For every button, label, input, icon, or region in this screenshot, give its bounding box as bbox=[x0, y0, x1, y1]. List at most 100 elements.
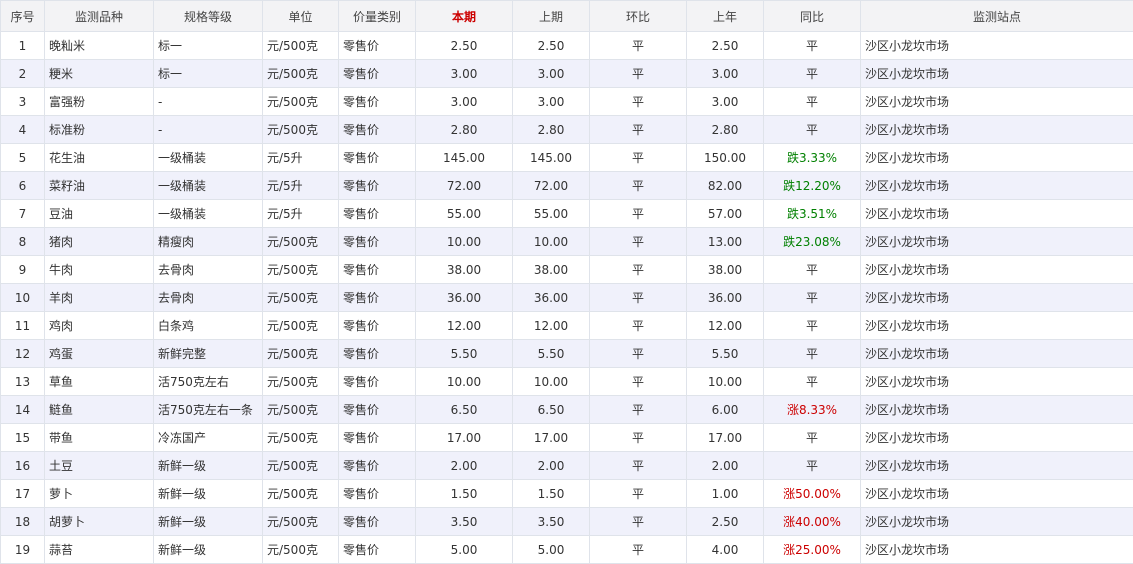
cell-serial: 18 bbox=[1, 508, 45, 536]
cell-last-year: 6.00 bbox=[687, 396, 764, 424]
table-row: 9牛肉去骨肉元/500克零售价38.0038.00平38.00平沙区小龙坎市场 bbox=[1, 256, 1133, 284]
cell-unit: 元/500克 bbox=[263, 228, 339, 256]
cell-last-year: 150.00 bbox=[687, 144, 764, 172]
cell-previous: 38.00 bbox=[513, 256, 590, 284]
cell-serial: 1 bbox=[1, 32, 45, 60]
cell-last-year: 36.00 bbox=[687, 284, 764, 312]
cell-previous: 55.00 bbox=[513, 200, 590, 228]
table-row: 17萝卜新鲜一级元/500克零售价1.501.50平1.00涨50.00%沙区小… bbox=[1, 480, 1133, 508]
cell-variety: 羊肉 bbox=[45, 284, 154, 312]
cell-grade: 一级桶装 bbox=[154, 172, 263, 200]
cell-previous: 5.00 bbox=[513, 536, 590, 564]
cell-grade: 活750克左右 bbox=[154, 368, 263, 396]
cell-period-change: 平 bbox=[590, 452, 687, 480]
header-station: 监测站点 bbox=[861, 1, 1133, 32]
cell-current: 10.00 bbox=[416, 368, 513, 396]
cell-price-type: 零售价 bbox=[339, 396, 416, 424]
cell-grade: 新鲜一级 bbox=[154, 508, 263, 536]
cell-yoy-change: 平 bbox=[764, 284, 861, 312]
cell-serial: 2 bbox=[1, 60, 45, 88]
table-row: 19蒜苔新鲜一级元/500克零售价5.005.00平4.00涨25.00%沙区小… bbox=[1, 536, 1133, 564]
cell-period-change: 平 bbox=[590, 200, 687, 228]
cell-last-year: 57.00 bbox=[687, 200, 764, 228]
cell-current: 3.00 bbox=[416, 60, 513, 88]
header-row: 序号 监测品种 规格等级 单位 价量类别 本期 上期 环比 上年 同比 监测站点 bbox=[1, 1, 1133, 32]
cell-station: 沙区小龙坎市场 bbox=[861, 368, 1133, 396]
cell-period-change: 平 bbox=[590, 340, 687, 368]
cell-price-type: 零售价 bbox=[339, 144, 416, 172]
cell-station: 沙区小龙坎市场 bbox=[861, 116, 1133, 144]
cell-current: 2.00 bbox=[416, 452, 513, 480]
cell-station: 沙区小龙坎市场 bbox=[861, 312, 1133, 340]
cell-price-type: 零售价 bbox=[339, 200, 416, 228]
cell-period-change: 平 bbox=[590, 396, 687, 424]
cell-serial: 6 bbox=[1, 172, 45, 200]
cell-price-type: 零售价 bbox=[339, 116, 416, 144]
cell-station: 沙区小龙坎市场 bbox=[861, 452, 1133, 480]
header-variety: 监测品种 bbox=[45, 1, 154, 32]
cell-price-type: 零售价 bbox=[339, 32, 416, 60]
table-header: 序号 监测品种 规格等级 单位 价量类别 本期 上期 环比 上年 同比 监测站点 bbox=[1, 1, 1133, 32]
cell-unit: 元/500克 bbox=[263, 424, 339, 452]
cell-grade: 去骨肉 bbox=[154, 284, 263, 312]
table-row: 1晚籼米标一元/500克零售价2.502.50平2.50平沙区小龙坎市场 bbox=[1, 32, 1133, 60]
table-row: 3富强粉-元/500克零售价3.003.00平3.00平沙区小龙坎市场 bbox=[1, 88, 1133, 116]
cell-price-type: 零售价 bbox=[339, 340, 416, 368]
cell-variety: 粳米 bbox=[45, 60, 154, 88]
cell-current: 36.00 bbox=[416, 284, 513, 312]
cell-period-change: 平 bbox=[590, 32, 687, 60]
cell-previous: 2.80 bbox=[513, 116, 590, 144]
cell-station: 沙区小龙坎市场 bbox=[861, 536, 1133, 564]
cell-serial: 3 bbox=[1, 88, 45, 116]
price-monitoring-table: 序号 监测品种 规格等级 单位 价量类别 本期 上期 环比 上年 同比 监测站点… bbox=[0, 0, 1133, 564]
cell-last-year: 2.80 bbox=[687, 116, 764, 144]
cell-unit: 元/500克 bbox=[263, 256, 339, 284]
cell-unit: 元/500克 bbox=[263, 60, 339, 88]
cell-variety: 菜籽油 bbox=[45, 172, 154, 200]
cell-variety: 土豆 bbox=[45, 452, 154, 480]
cell-period-change: 平 bbox=[590, 284, 687, 312]
cell-yoy-change: 涨50.00% bbox=[764, 480, 861, 508]
cell-grade: 一级桶装 bbox=[154, 200, 263, 228]
cell-previous: 145.00 bbox=[513, 144, 590, 172]
cell-unit: 元/5升 bbox=[263, 172, 339, 200]
cell-current: 55.00 bbox=[416, 200, 513, 228]
cell-station: 沙区小龙坎市场 bbox=[861, 60, 1133, 88]
header-serial: 序号 bbox=[1, 1, 45, 32]
cell-yoy-change: 平 bbox=[764, 452, 861, 480]
header-yoy-change: 同比 bbox=[764, 1, 861, 32]
cell-serial: 8 bbox=[1, 228, 45, 256]
cell-variety: 豆油 bbox=[45, 200, 154, 228]
cell-variety: 鲢鱼 bbox=[45, 396, 154, 424]
cell-current: 38.00 bbox=[416, 256, 513, 284]
cell-last-year: 3.00 bbox=[687, 60, 764, 88]
table-row: 4标准粉-元/500克零售价2.802.80平2.80平沙区小龙坎市场 bbox=[1, 116, 1133, 144]
cell-grade: 精瘦肉 bbox=[154, 228, 263, 256]
cell-period-change: 平 bbox=[590, 424, 687, 452]
cell-unit: 元/5升 bbox=[263, 200, 339, 228]
cell-grade: 新鲜一级 bbox=[154, 536, 263, 564]
cell-serial: 4 bbox=[1, 116, 45, 144]
cell-grade: - bbox=[154, 88, 263, 116]
cell-current: 1.50 bbox=[416, 480, 513, 508]
header-last-year: 上年 bbox=[687, 1, 764, 32]
cell-grade: 标一 bbox=[154, 60, 263, 88]
cell-current: 2.50 bbox=[416, 32, 513, 60]
cell-last-year: 5.50 bbox=[687, 340, 764, 368]
cell-grade: 一级桶装 bbox=[154, 144, 263, 172]
cell-station: 沙区小龙坎市场 bbox=[861, 228, 1133, 256]
cell-last-year: 2.00 bbox=[687, 452, 764, 480]
cell-period-change: 平 bbox=[590, 172, 687, 200]
cell-serial: 17 bbox=[1, 480, 45, 508]
cell-yoy-change: 涨25.00% bbox=[764, 536, 861, 564]
cell-yoy-change: 平 bbox=[764, 32, 861, 60]
cell-station: 沙区小龙坎市场 bbox=[861, 284, 1133, 312]
table-row: 10羊肉去骨肉元/500克零售价36.0036.00平36.00平沙区小龙坎市场 bbox=[1, 284, 1133, 312]
header-price-type: 价量类别 bbox=[339, 1, 416, 32]
cell-current: 72.00 bbox=[416, 172, 513, 200]
cell-station: 沙区小龙坎市场 bbox=[861, 508, 1133, 536]
cell-yoy-change: 涨40.00% bbox=[764, 508, 861, 536]
cell-variety: 萝卜 bbox=[45, 480, 154, 508]
cell-variety: 花生油 bbox=[45, 144, 154, 172]
cell-station: 沙区小龙坎市场 bbox=[861, 340, 1133, 368]
